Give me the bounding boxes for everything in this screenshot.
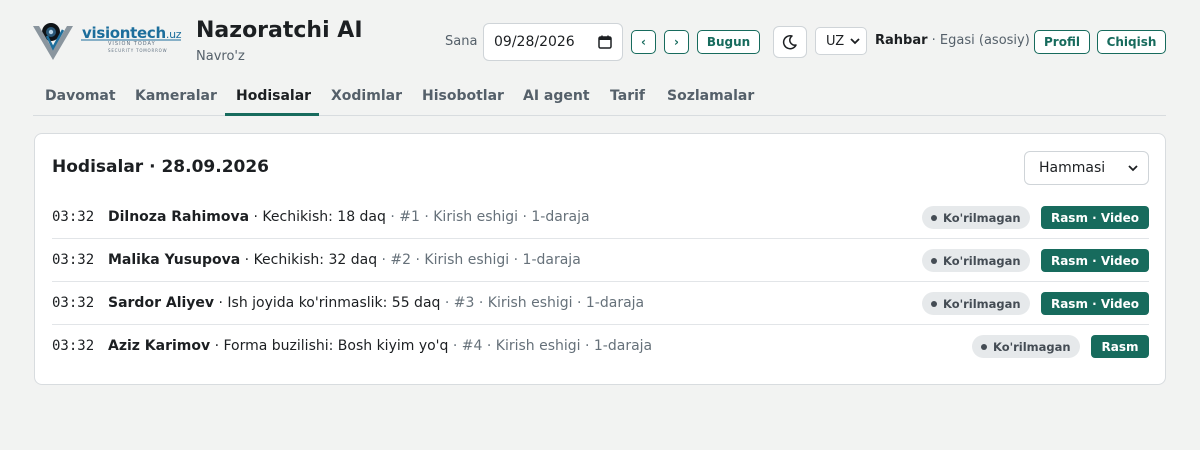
- app-title: Nazoratchi AI: [196, 18, 363, 43]
- profile-button[interactable]: Profil: [1034, 30, 1090, 54]
- card-title: Hodisalar · 28.09.2026: [52, 157, 270, 177]
- event-row: 03:32 Sardor Aliyev · Ish joyida ko'rinm…: [52, 282, 1149, 325]
- event-row: 03:32 Malika Yusupova · Kechikish: 32 da…: [52, 239, 1149, 282]
- employee-name: Sardor Aliyev: [108, 295, 215, 311]
- events-card: Hodisalar · 28.09.2026 Hammasi 03:32 Dil…: [34, 133, 1166, 385]
- logout-button[interactable]: Chiqish: [1097, 30, 1166, 54]
- theme-toggle-button[interactable]: [773, 26, 807, 58]
- filter-value: Hammasi: [1039, 160, 1106, 176]
- status-dot-icon: [981, 343, 987, 350]
- language-value: UZ: [826, 33, 845, 49]
- media-button[interactable]: Rasm: [1091, 335, 1149, 358]
- branch-name: Navro'z: [196, 49, 245, 64]
- brand-tagline-2: SECURITY TOMORROW: [108, 48, 168, 53]
- status-badge: Ko'rilmagan: [972, 335, 1080, 358]
- brand-tagline-1: VISION TODAY: [108, 41, 156, 47]
- event-time: 03:32: [52, 295, 95, 311]
- moon-icon: [782, 34, 797, 50]
- media-button[interactable]: Rasm · Video: [1041, 249, 1149, 272]
- today-button[interactable]: Bugun: [697, 30, 760, 54]
- event-row: 03:32 Dilnoza Rahimova · Kechikish: 18 d…: [52, 196, 1149, 239]
- chevron-down-icon: [1128, 165, 1138, 172]
- event-time: 03:32: [52, 209, 95, 225]
- status-dot-icon: [931, 300, 937, 307]
- employee-name: Malika Yusupova: [108, 252, 241, 268]
- language-select[interactable]: UZ: [815, 27, 867, 55]
- tab-sozlamalar[interactable]: Sozlamalar: [667, 88, 754, 104]
- filter-select[interactable]: Hammasi: [1024, 151, 1149, 185]
- event-row: 03:32 Aziz Karimov · Forma buzilishi: Bo…: [52, 325, 1149, 368]
- date-label: Sana: [445, 34, 478, 49]
- tab-xodimlar[interactable]: Xodimlar: [331, 88, 402, 104]
- employee-name: Aziz Karimov: [108, 338, 211, 354]
- tab-tarif[interactable]: Tarif: [610, 88, 645, 104]
- status-badge: Ko'rilmagan: [922, 249, 1030, 272]
- event-description: Malika Yusupova · Kechikish: 32 daq · #2…: [108, 252, 581, 268]
- tab-hisobotlar[interactable]: Hisobotlar: [422, 88, 504, 104]
- event-description: Sardor Aliyev · Ish joyida ko'rinmaslik:…: [108, 295, 645, 311]
- tab-hodisalar[interactable]: Hodisalar: [236, 88, 311, 104]
- status-dot-icon: [931, 214, 937, 221]
- event-description: Aziz Karimov · Forma buzilishi: Bosh kiy…: [108, 338, 653, 354]
- next-day-button[interactable]: ›: [664, 30, 689, 54]
- brand-name: visiontech.uz: [82, 24, 182, 42]
- calendar-icon[interactable]: [598, 35, 612, 49]
- status-badge: Ko'rilmagan: [922, 206, 1030, 229]
- tab-kameralar[interactable]: Kameralar: [135, 88, 217, 104]
- event-description: Dilnoza Rahimova · Kechikish: 18 daq · #…: [108, 209, 590, 225]
- app-header: visiontech.uz VISION TODAY SECURITY TOMO…: [0, 0, 1200, 80]
- user-info: Rahbar · Egasi (asosiy): [875, 33, 1030, 48]
- status-dot-icon: [931, 257, 937, 264]
- event-time: 03:32: [52, 338, 95, 354]
- tab-davomat[interactable]: Davomat: [45, 88, 116, 104]
- active-tab-indicator: [225, 113, 319, 116]
- employee-name: Dilnoza Rahimova: [108, 209, 250, 225]
- media-button[interactable]: Rasm · Video: [1041, 292, 1149, 315]
- chevron-down-icon: [850, 38, 860, 45]
- tab-ai-agent[interactable]: AI agent: [523, 88, 590, 104]
- nav-tabs: Davomat Kameralar Hodisalar Xodimlar His…: [33, 80, 1166, 116]
- status-badge: Ko'rilmagan: [922, 292, 1030, 315]
- media-button[interactable]: Rasm · Video: [1041, 206, 1149, 229]
- date-input[interactable]: 09/28/2026: [483, 23, 623, 61]
- date-value: 09/28/2026: [494, 34, 575, 50]
- prev-day-button[interactable]: ‹: [631, 30, 656, 54]
- event-time: 03:32: [52, 252, 95, 268]
